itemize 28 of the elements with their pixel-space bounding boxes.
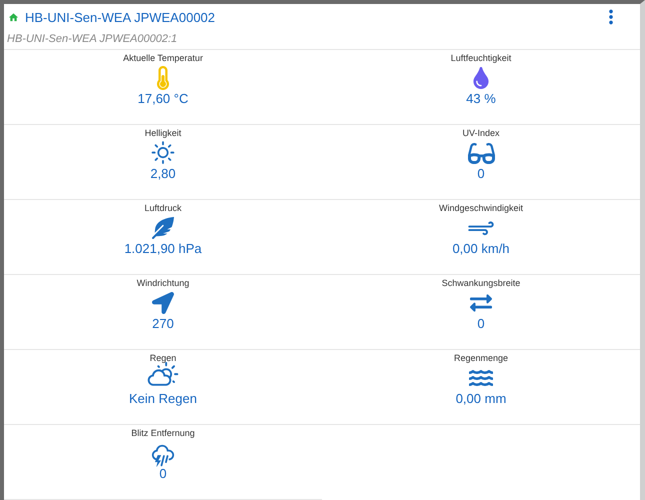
tile-value: 0 (477, 166, 485, 181)
feather-icon (152, 217, 174, 239)
tile-value: 1.021,90 hPa (124, 241, 202, 256)
tile-label: Aktuelle Temperatur (123, 53, 203, 64)
tile-value: 0,00 km/h (452, 241, 510, 256)
device-title: HB-UNI-Sen-WEA JPWEA00002 (25, 10, 216, 24)
tile-label: Schwankungsbreite (442, 278, 520, 289)
navigation-arrow-icon (152, 292, 174, 314)
tile-label: Helligkeit (144, 128, 182, 139)
tile-value: 0 (159, 466, 167, 481)
tile-label: Luftfeuchtigkeit (450, 53, 512, 64)
tile-label: Regen (150, 353, 176, 364)
tile-value: 0,00 mm (456, 391, 506, 406)
tile-value: Kein Regen (129, 391, 197, 406)
tile-value: 270 (152, 316, 174, 331)
tile-value: 43 % (466, 91, 496, 106)
tile-label: Blitz Entfernung (131, 428, 195, 439)
tile-value: 0 (477, 316, 485, 331)
channel-subtitle: HB-UNI-Sen-WEA JPWEA00002:1 (4, 30, 640, 50)
home-icon[interactable] (8, 12, 19, 22)
swap-arrows-icon (470, 292, 492, 314)
tile-value: 2,80 (150, 166, 176, 181)
tile-label: UV-Index (462, 128, 500, 139)
tile-label: Regenmenge (454, 353, 508, 364)
tile-label: Windgeschwindigkeit (438, 203, 524, 214)
tile-label: Luftdruck (144, 203, 182, 214)
tile-value: 17,60 °C (138, 91, 188, 106)
tile-label: Windrichtung (136, 278, 190, 289)
